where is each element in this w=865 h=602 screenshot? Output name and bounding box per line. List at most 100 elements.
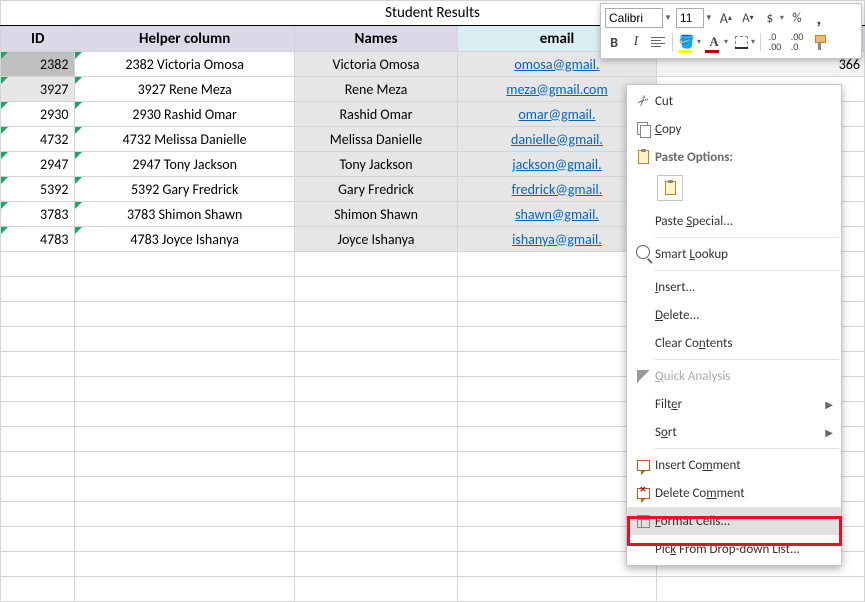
cell-name[interactable]: Gary Fredrick <box>294 177 457 202</box>
menu-sort[interactable]: Sort▶ <box>627 418 841 446</box>
fill-color-icon[interactable]: 🪣 <box>678 32 696 52</box>
cell-name[interactable]: Rene Meza <box>294 77 457 102</box>
cell-empty[interactable] <box>294 377 457 402</box>
decrease-font-icon[interactable]: A▾ <box>739 8 757 28</box>
format-painter-icon[interactable] <box>810 32 828 52</box>
cell-empty[interactable] <box>75 277 294 302</box>
cell-empty[interactable] <box>294 452 457 477</box>
cell-empty[interactable] <box>294 577 457 602</box>
cell-empty[interactable] <box>75 377 294 402</box>
cell-empty[interactable] <box>1 552 75 577</box>
menu-insert-comment[interactable]: Insert Comment <box>627 451 841 479</box>
cell-empty[interactable] <box>75 402 294 427</box>
header-names[interactable]: Names <box>294 26 457 52</box>
chevron-down-icon[interactable]: ▾ <box>724 37 728 47</box>
cell-id[interactable]: 2947 <box>1 152 75 177</box>
chevron-down-icon[interactable]: ▼ <box>664 13 672 23</box>
cell-id[interactable]: 3783 <box>1 202 75 227</box>
cell-empty[interactable] <box>75 327 294 352</box>
cell-empty[interactable] <box>75 552 294 577</box>
cell-helper[interactable]: 2947 Tony Jackson <box>75 152 294 177</box>
cell-empty[interactable] <box>1 327 75 352</box>
header-helper[interactable]: Helper column <box>75 26 294 52</box>
borders-icon[interactable] <box>732 32 750 52</box>
cell-empty[interactable] <box>75 502 294 527</box>
cell-empty[interactable] <box>1 477 75 502</box>
cell-empty[interactable] <box>1 377 75 402</box>
header-id[interactable]: ID <box>1 26 75 52</box>
increase-decimal-icon[interactable]: .0.00 <box>766 32 784 52</box>
table-row[interactable] <box>1 577 865 602</box>
chevron-down-icon[interactable]: ▼ <box>705 13 713 23</box>
cell-id[interactable]: 4783 <box>1 227 75 252</box>
email-link[interactable]: jackson@gmail. <box>512 156 601 173</box>
cell-helper[interactable]: 2382 Victoria Omosa <box>75 52 294 77</box>
italic-button[interactable]: I <box>627 32 645 52</box>
font-color-icon[interactable]: A <box>705 32 723 52</box>
cell-name[interactable]: Tony Jackson <box>294 152 457 177</box>
align-icon[interactable] <box>649 32 667 52</box>
menu-smart-lookup[interactable]: Smart Lookup <box>627 240 841 268</box>
cell-helper[interactable]: 2930 Rashid Omar <box>75 102 294 127</box>
cell-empty[interactable] <box>1 427 75 452</box>
email-link[interactable]: omar@gmail. <box>518 106 595 123</box>
menu-delete-comment[interactable]: Delete Comment <box>627 479 841 507</box>
cell-helper[interactable]: 5392 Gary Fredrick <box>75 177 294 202</box>
cell-empty[interactable] <box>1 252 75 277</box>
cell-empty[interactable] <box>75 577 294 602</box>
menu-format-cells[interactable]: Format Cells... <box>627 507 841 535</box>
menu-clear-contents[interactable]: Clear Contents <box>627 329 841 357</box>
cell-empty[interactable] <box>294 527 457 552</box>
cell-name[interactable]: Melissa Danielle <box>294 127 457 152</box>
cell-empty[interactable] <box>1 502 75 527</box>
email-link[interactable]: fredrick@gmail. <box>512 181 603 198</box>
email-link[interactable]: danielle@gmail. <box>511 131 603 148</box>
cell-empty[interactable] <box>1 527 75 552</box>
chevron-down-icon[interactable]: ▾ <box>780 13 784 23</box>
cell-empty[interactable] <box>75 477 294 502</box>
font-name-input[interactable] <box>605 8 663 28</box>
cell-empty[interactable] <box>1 452 75 477</box>
menu-paste-special[interactable]: Paste Special... <box>627 207 841 235</box>
menu-pick-from-list[interactable]: Pick From Drop-down List... <box>627 535 841 563</box>
cell-name[interactable]: Joyce Ishanya <box>294 227 457 252</box>
cell-id[interactable]: 3927 <box>1 77 75 102</box>
cell-helper[interactable]: 4732 Melissa Danielle <box>75 127 294 152</box>
cell-empty[interactable] <box>294 552 457 577</box>
cell-name[interactable]: Rashid Omar <box>294 102 457 127</box>
cell-empty[interactable] <box>1 277 75 302</box>
cell-empty[interactable] <box>75 252 294 277</box>
cell-empty[interactable] <box>294 402 457 427</box>
cell-empty[interactable] <box>294 477 457 502</box>
cell-empty[interactable] <box>294 427 457 452</box>
menu-delete[interactable]: Delete... <box>627 301 841 329</box>
cell-empty[interactable] <box>294 327 457 352</box>
increase-font-icon[interactable]: A▴ <box>717 8 735 28</box>
email-link[interactable]: ishanya@gmail. <box>512 231 602 248</box>
cell-helper[interactable]: 4783 Joyce Ishanya <box>75 227 294 252</box>
decrease-decimal-icon[interactable]: .00.0 <box>788 32 806 52</box>
cell-empty[interactable] <box>75 352 294 377</box>
menu-copy[interactable]: Copy <box>627 115 841 143</box>
email-link[interactable]: meza@gmail.com <box>506 81 607 98</box>
cell-id[interactable]: 4732 <box>1 127 75 152</box>
cell-name[interactable]: Victoria Omosa <box>294 52 457 77</box>
cell-empty[interactable] <box>1 302 75 327</box>
cell-helper[interactable]: 3783 Shimon Shawn <box>75 202 294 227</box>
cell-empty[interactable] <box>1 352 75 377</box>
cell-empty[interactable] <box>75 452 294 477</box>
cell-empty[interactable] <box>656 577 864 602</box>
cell-empty[interactable] <box>75 302 294 327</box>
cell-empty[interactable] <box>75 527 294 552</box>
cell-empty[interactable] <box>294 352 457 377</box>
cell-empty[interactable] <box>294 302 457 327</box>
chevron-down-icon[interactable]: ▾ <box>697 37 701 47</box>
cell-helper[interactable]: 3927 Rene Meza <box>75 77 294 102</box>
menu-filter[interactable]: Filter▶ <box>627 390 841 418</box>
currency-icon[interactable]: $ <box>761 8 779 28</box>
menu-insert[interactable]: Insert... <box>627 273 841 301</box>
chevron-down-icon[interactable]: ▾ <box>751 37 755 47</box>
cell-empty[interactable] <box>294 277 457 302</box>
cell-empty[interactable] <box>75 427 294 452</box>
cell-id[interactable]: 2382 <box>1 52 75 77</box>
